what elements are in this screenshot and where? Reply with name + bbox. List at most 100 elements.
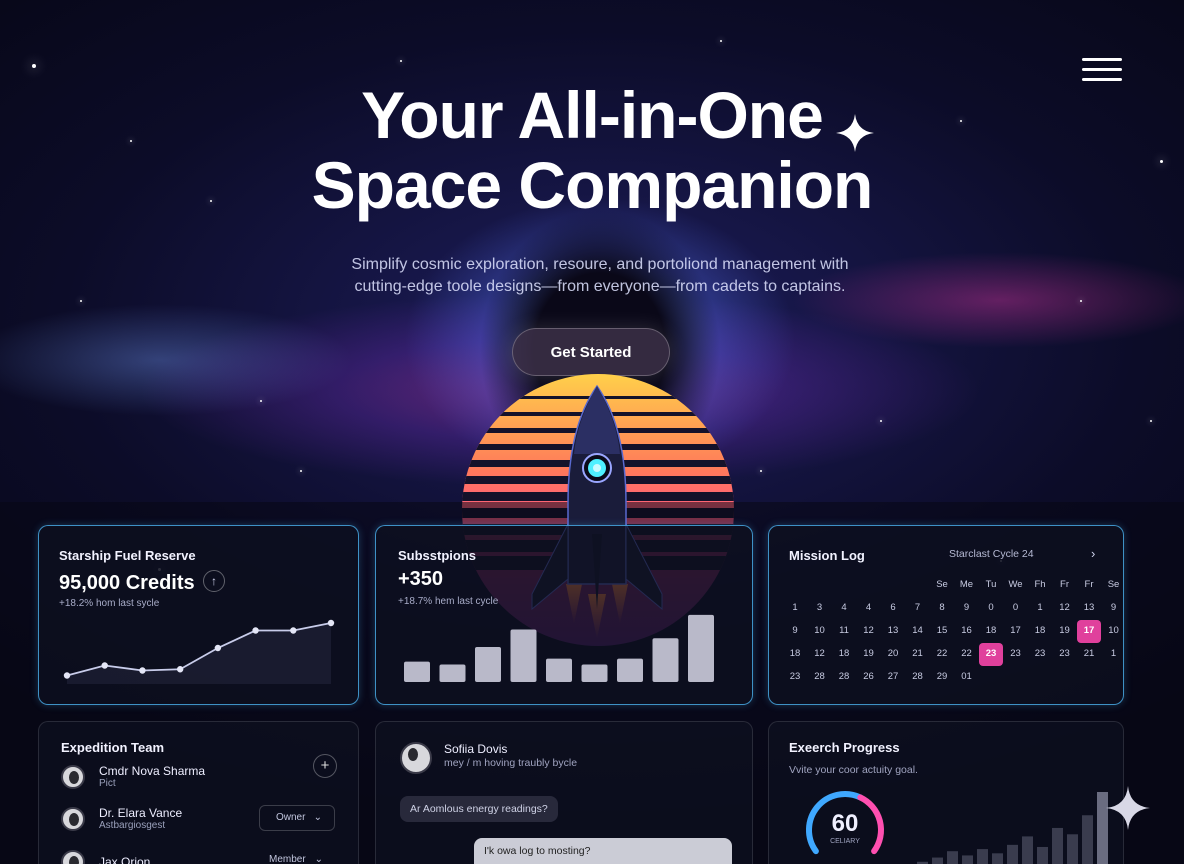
calendar-day[interactable]: 23 bbox=[1028, 643, 1052, 666]
calendar-day bbox=[1004, 666, 1028, 689]
subs-bar-2 bbox=[475, 647, 501, 682]
calendar-day[interactable]: 01 bbox=[955, 666, 979, 689]
calendar-day[interactable]: 4 bbox=[857, 597, 881, 620]
calendar-day[interactable]: 10 bbox=[1102, 620, 1126, 643]
calendar-day-selected[interactable]: 17 bbox=[1077, 620, 1101, 643]
calendar-day[interactable]: 18 bbox=[1028, 620, 1052, 643]
hero-title-line2: Space Companion bbox=[311, 148, 874, 222]
calendar-weekday bbox=[857, 574, 881, 597]
calendar-day[interactable]: 1 bbox=[1028, 597, 1052, 620]
fuel-point-2 bbox=[139, 667, 146, 674]
hero-subtitle: Simplify cosmic exploration, resoure, an… bbox=[300, 254, 900, 298]
calendar-day[interactable]: 21 bbox=[1077, 643, 1101, 666]
subs-bar-8 bbox=[688, 614, 714, 682]
calendar-day[interactable]: 22 bbox=[930, 643, 954, 666]
calendar-week-row: 9 10 11 12 13 14 15 16 18 17 18 19 17 10 bbox=[783, 620, 1119, 643]
calendar-day[interactable]: 8 bbox=[930, 597, 954, 620]
star bbox=[400, 60, 402, 62]
calendar-day[interactable]: 9 bbox=[783, 620, 807, 643]
calendar-day[interactable]: 18 bbox=[832, 643, 856, 666]
calendar-day[interactable]: 15 bbox=[930, 620, 954, 643]
fuel-reserve-card: Starship Fuel Reserve 95,000 Credits ↑ +… bbox=[38, 525, 359, 705]
progress-bar-2 bbox=[947, 851, 958, 864]
calendar-day[interactable]: 19 bbox=[1053, 620, 1077, 643]
role-select-owner[interactable]: Owner ⌄ bbox=[259, 805, 335, 831]
calendar-day bbox=[1077, 666, 1101, 689]
calendar-day bbox=[979, 666, 1003, 689]
progress-title: Exeerch Progress bbox=[789, 740, 900, 755]
calendar-day[interactable]: 13 bbox=[881, 620, 905, 643]
calendar-day[interactable]: 16 bbox=[955, 620, 979, 643]
calendar-day[interactable]: 13 bbox=[1077, 597, 1101, 620]
cycle-label: Starclast Cycle 24 bbox=[949, 548, 1034, 560]
team-member-1[interactable]: Cmdr Nova Sharma Pict bbox=[61, 764, 205, 789]
fuel-point-6 bbox=[290, 627, 297, 634]
calendar-day[interactable]: 7 bbox=[906, 597, 930, 620]
get-started-button[interactable]: Get Started bbox=[512, 328, 670, 376]
subs-bar-0 bbox=[404, 661, 430, 682]
calendar-day[interactable]: 4 bbox=[832, 597, 856, 620]
arrow-up-icon[interactable]: ↑ bbox=[203, 570, 225, 592]
subs-bar-7 bbox=[652, 638, 679, 682]
calendar-day[interactable]: 18 bbox=[979, 620, 1003, 643]
team-member-3[interactable]: Jax Orion bbox=[61, 850, 150, 864]
calendar-day[interactable]: 1 bbox=[783, 597, 807, 620]
fuel-point-3 bbox=[176, 666, 184, 673]
calendar-day-selected[interactable]: 23 bbox=[979, 643, 1003, 666]
team-member-2[interactable]: Dr. Elara Vance Astbargiosgest bbox=[61, 806, 182, 831]
calendar-day[interactable]: 6 bbox=[881, 597, 905, 620]
calendar-day[interactable]: 3 bbox=[808, 597, 832, 620]
calendar-day[interactable]: 0 bbox=[979, 597, 1003, 620]
star bbox=[1150, 420, 1152, 422]
progress-bar-1 bbox=[932, 857, 943, 864]
calendar-day bbox=[1053, 666, 1077, 689]
calendar-day[interactable]: 12 bbox=[808, 643, 832, 666]
role-select-member[interactable]: Member ⌄ bbox=[253, 848, 333, 864]
calendar-day[interactable]: 17 bbox=[1004, 620, 1028, 643]
hamburger-menu-icon[interactable] bbox=[1082, 58, 1122, 82]
star bbox=[880, 420, 882, 422]
chevron-right-icon[interactable]: › bbox=[1091, 546, 1095, 561]
calendar-day[interactable]: 26 bbox=[857, 666, 881, 689]
calendar-day[interactable]: 14 bbox=[906, 620, 930, 643]
calendar-day[interactable]: 18 bbox=[783, 643, 807, 666]
calendar-day[interactable]: 20 bbox=[881, 643, 905, 666]
progress-subtitle: Vvite your coor actuity goal. bbox=[789, 764, 918, 776]
chat-user-message: mey / m hoving traubly bycle bbox=[444, 757, 578, 769]
subs-bar-5 bbox=[581, 664, 608, 682]
progress-card: Exeerch Progress Vvite your coor actuity… bbox=[768, 721, 1124, 864]
subs-bar-3 bbox=[510, 629, 537, 682]
avatar bbox=[61, 850, 85, 864]
calendar-day[interactable]: 9 bbox=[955, 597, 979, 620]
calendar-day[interactable]: 21 bbox=[906, 643, 930, 666]
add-member-button[interactable]: + bbox=[313, 754, 337, 778]
hero-subtitle-line1: Simplify cosmic exploration, resoure, an… bbox=[351, 256, 849, 273]
calendar-day[interactable]: 28 bbox=[808, 666, 832, 689]
subs-bar-6 bbox=[617, 658, 643, 682]
progress-bar-5 bbox=[992, 853, 1003, 864]
calendar-day[interactable]: 23 bbox=[783, 666, 807, 689]
calendar-day[interactable]: 19 bbox=[857, 643, 881, 666]
member-role: Astbargiosgest bbox=[99, 820, 166, 831]
calendar-day[interactable]: 29 bbox=[930, 666, 954, 689]
calendar-day[interactable]: 23 bbox=[1004, 643, 1028, 666]
calendar-day[interactable]: 23 bbox=[1053, 643, 1077, 666]
calendar-day[interactable]: 12 bbox=[857, 620, 881, 643]
calendar-day[interactable]: 27 bbox=[881, 666, 905, 689]
calendar-day[interactable]: 0 bbox=[1004, 597, 1028, 620]
expedition-team-card: Expedition Team + Cmdr Nova Sharma Pict … bbox=[38, 721, 359, 864]
sparkle-icon[interactable] bbox=[1104, 784, 1152, 832]
calendar-day[interactable]: 10 bbox=[808, 620, 832, 643]
chat-card: Sofiia Dovis mey / m hoving traubly bycl… bbox=[375, 721, 753, 864]
chevron-down-icon: ⌄ bbox=[313, 812, 322, 823]
calendar-day[interactable]: 12 bbox=[1053, 597, 1077, 620]
calendar-day[interactable]: 9 bbox=[1102, 597, 1126, 620]
calendar-day[interactable]: 22 bbox=[955, 643, 979, 666]
subs-bar-chart bbox=[404, 614, 714, 682]
calendar-day[interactable]: 11 bbox=[832, 620, 856, 643]
calendar-day[interactable]: 1 bbox=[1102, 643, 1126, 666]
calendar-day[interactable]: 28 bbox=[906, 666, 930, 689]
calendar-day[interactable]: 28 bbox=[832, 666, 856, 689]
fuel-point-7 bbox=[327, 619, 335, 627]
hero-subtitle-line2: cutting-edge toole designs—from everyone… bbox=[354, 278, 846, 295]
